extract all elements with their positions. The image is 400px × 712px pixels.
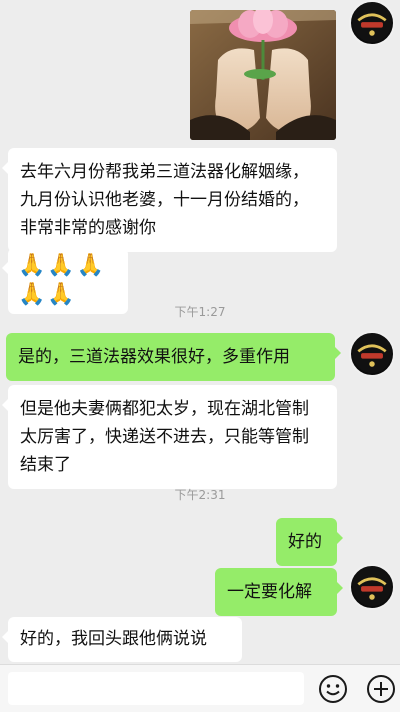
timestamp: 下午1:27 xyxy=(174,305,226,319)
emoji-icon[interactable] xyxy=(318,674,348,704)
message-text: 去年六月份帮我弟三道法器化解姻缘，九月份认识他老婆，十一月份结婚的，非常非常的感… xyxy=(20,162,309,238)
incoming-message[interactable]: 去年六月份帮我弟三道法器化解姻缘，九月份认识他老婆，十一月份结婚的，非常非常的感… xyxy=(2,148,337,252)
image-message-lotus-hands[interactable] xyxy=(190,10,336,140)
self-avatar[interactable] xyxy=(349,0,395,46)
message-text: 好的 xyxy=(288,532,322,552)
message-text: 好的，我回头跟他俩说说 xyxy=(20,629,207,649)
message-text: 但是他夫妻俩都犯太岁，现在湖北管制太厉害了，快递送不进去，只能等管制结束了 xyxy=(20,399,309,475)
incoming-message[interactable]: 但是他夫妻俩都犯太岁，现在湖北管制太厉害了，快递送不进去，只能等管制结束了 xyxy=(2,385,337,489)
outgoing-message[interactable]: 好的 xyxy=(276,518,343,566)
timestamp: 下午2:31 xyxy=(174,488,226,502)
incoming-message[interactable]: 好的，我回头跟他俩说说 xyxy=(2,617,242,662)
chat-area[interactable]: 去年六月份帮我弟三道法器化解姻缘，九月份认识他老婆，十一月份结婚的，非常非常的感… xyxy=(0,0,400,664)
praying-hands-emoji: 🙏🙏🙏🙏🙏 xyxy=(18,253,107,307)
self-avatar[interactable] xyxy=(349,331,395,377)
input-bar xyxy=(0,664,400,712)
outgoing-message[interactable]: 一定要化解 xyxy=(215,568,343,616)
self-avatar[interactable] xyxy=(349,564,395,610)
message-input[interactable] xyxy=(8,672,304,705)
message-text: 一定要化解 xyxy=(227,582,312,602)
plus-icon[interactable] xyxy=(366,674,396,704)
outgoing-message[interactable]: 是的，三道法器效果很好，多重作用 xyxy=(6,333,341,381)
message-text: 是的，三道法器效果很好，多重作用 xyxy=(18,347,290,367)
